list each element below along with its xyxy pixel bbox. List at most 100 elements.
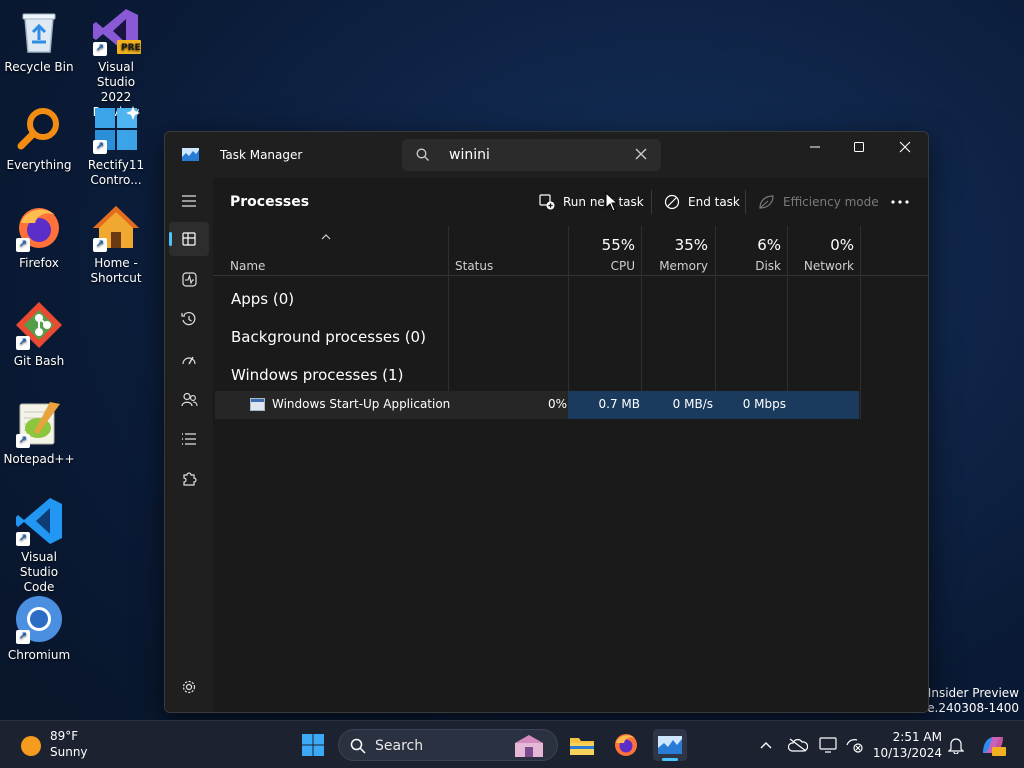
column-header-disk[interactable]: Disk — [755, 259, 781, 273]
vscode-icon: ↗ — [14, 496, 64, 546]
column-header-name[interactable]: Name — [230, 259, 265, 273]
desktop-icon-home-shortcut[interactable]: ↗ Home - Shortcut — [78, 202, 154, 286]
clear-search-icon[interactable] — [635, 148, 647, 160]
toolbar-divider — [651, 190, 652, 214]
taskbar: 89°F Sunny Search 2:51 AM 10/13/2024 — [0, 720, 1024, 768]
shortcut-arrow-icon: ↗ — [16, 532, 30, 546]
end-task-button[interactable]: End task — [664, 188, 740, 216]
weather-widget[interactable]: 89°F Sunny — [10, 721, 100, 768]
column-header-status[interactable]: Status — [455, 259, 493, 273]
shortcut-arrow-icon: ↗ — [16, 336, 30, 350]
desktop-icon-vscode[interactable]: ↗ Visual Studio Code — [1, 496, 77, 595]
nav-app-history[interactable] — [169, 302, 209, 336]
nav-settings[interactable] — [169, 670, 209, 704]
processes-icon — [182, 232, 196, 246]
tray-network[interactable] — [844, 735, 864, 755]
nav-startup-apps[interactable] — [169, 342, 209, 376]
taskbar-search-box[interactable]: Search — [338, 729, 558, 761]
desktop-icon-label: Home - — [94, 256, 138, 270]
desktop-icon-recycle-bin[interactable]: Recycle Bin — [1, 6, 77, 75]
visual-studio-icon: PRE ↗ — [91, 6, 141, 56]
efficiency-mode-button[interactable]: Efficiency mode — [758, 188, 879, 216]
desktop-icon-chromium[interactable]: ↗ Chromium — [1, 594, 77, 663]
clock-date: 10/13/2024 — [872, 746, 942, 760]
tray-onedrive[interactable] — [788, 735, 808, 755]
search-icon — [416, 148, 429, 161]
nav-hamburger-menu[interactable] — [169, 184, 209, 218]
minimize-button[interactable] — [792, 132, 838, 162]
desktop-icon-git-bash[interactable]: ↗ Git Bash — [1, 300, 77, 369]
column-divider[interactable] — [860, 226, 861, 419]
desktop-icon-label: Everything — [6, 158, 72, 172]
nav-services[interactable] — [169, 462, 209, 496]
nav-users[interactable] — [169, 382, 209, 416]
cpu-usage-total: 55% — [601, 236, 635, 254]
shortcut-arrow-icon: ↗ — [93, 42, 107, 56]
app-history-icon — [181, 311, 196, 326]
sort-ascending-icon[interactable] — [321, 234, 331, 240]
gear-icon — [182, 680, 196, 694]
start-button[interactable] — [296, 729, 330, 761]
shortcut-arrow-icon: ↗ — [16, 434, 30, 448]
clock-time: 2:51 AM — [892, 730, 942, 744]
desktop-icon-rectify11[interactable]: ↗ Rectify11 Contro... — [78, 104, 154, 188]
services-puzzle-icon — [183, 472, 197, 486]
firefox-icon: ↗ — [14, 202, 64, 252]
page-title: Processes — [230, 194, 310, 210]
desktop-icon-label: Firefox — [19, 256, 59, 270]
system-clock[interactable]: 2:51 AM 10/13/2024 — [873, 729, 942, 761]
performance-icon — [181, 271, 197, 287]
search-input[interactable]: winini — [449, 147, 490, 163]
pre-badge: PRE — [121, 43, 141, 53]
search-highlight-icon — [515, 735, 543, 757]
group-header-windows-processes[interactable]: Windows processes (1) — [231, 366, 403, 384]
network-usage-total: 0% — [830, 236, 854, 254]
run-new-task-button[interactable]: Run new task — [539, 188, 644, 216]
taskbar-search-label: Search — [375, 738, 424, 754]
nav-processes[interactable] — [169, 222, 209, 256]
shortcut-arrow-icon: ↗ — [93, 140, 107, 154]
window-title: Task Manager — [220, 148, 303, 162]
taskbar-task-manager[interactable] — [653, 729, 687, 761]
process-network: 0 Mbps — [742, 397, 786, 411]
taskbar-file-explorer[interactable] — [565, 729, 599, 761]
show-hidden-icons-button[interactable] — [756, 735, 776, 755]
desktop-icon-notepadpp[interactable]: ↗ Notepad++ — [1, 398, 77, 467]
run-new-task-icon — [539, 194, 555, 210]
column-header-network[interactable]: Network — [804, 259, 854, 273]
nav-details[interactable] — [169, 422, 209, 456]
desktop-icon-label: Visual Studio — [19, 550, 59, 579]
disk-usage-total: 6% — [757, 236, 781, 254]
desktop-icon-visual-studio-2022-preview[interactable]: PRE ↗ Visual Studio 2022 Preview — [78, 6, 154, 120]
shortcut-arrow-icon: ↗ — [16, 238, 30, 252]
desktop-icon-label: Chromium — [7, 648, 71, 662]
title-bar[interactable]: Task Manager winini — [165, 132, 928, 178]
cloud-offline-icon — [788, 738, 808, 752]
startup-apps-icon — [182, 356, 196, 365]
desktop-icon-everything[interactable]: Everything — [1, 104, 77, 173]
notepadpp-icon: ↗ — [14, 398, 64, 448]
efficiency-mode-label: Efficiency mode — [783, 195, 879, 209]
notifications-button[interactable] — [946, 735, 966, 755]
desktop-icon-firefox[interactable]: ↗ Firefox — [1, 202, 77, 271]
close-button[interactable] — [882, 132, 928, 162]
leaf-icon — [759, 195, 774, 209]
task-manager-app-icon — [182, 148, 199, 161]
group-header-background-processes[interactable]: Background processes (0) — [231, 328, 426, 346]
taskbar-firefox[interactable] — [609, 729, 643, 761]
more-options-button[interactable] — [891, 188, 909, 216]
users-icon — [180, 392, 198, 406]
desktop-icon-label-line2: Shortcut — [90, 271, 142, 285]
maximize-button[interactable] — [836, 132, 882, 162]
desktop-icon-label: Visual Studio — [96, 60, 136, 89]
group-header-apps[interactable]: Apps (0) — [231, 290, 294, 308]
copilot-button[interactable] — [980, 732, 1006, 758]
nav-performance[interactable] — [169, 262, 209, 296]
table-row[interactable]: Windows Start-Up Application 0% 0.7 MB 0… — [215, 391, 859, 419]
tray-display[interactable] — [818, 735, 838, 755]
column-header-cpu[interactable]: CPU — [611, 259, 635, 273]
desktop-icon-label: Rectify11 — [87, 158, 145, 172]
hamburger-menu-icon — [182, 195, 196, 207]
search-box[interactable]: winini — [402, 139, 661, 171]
column-header-memory[interactable]: Memory — [659, 259, 708, 273]
